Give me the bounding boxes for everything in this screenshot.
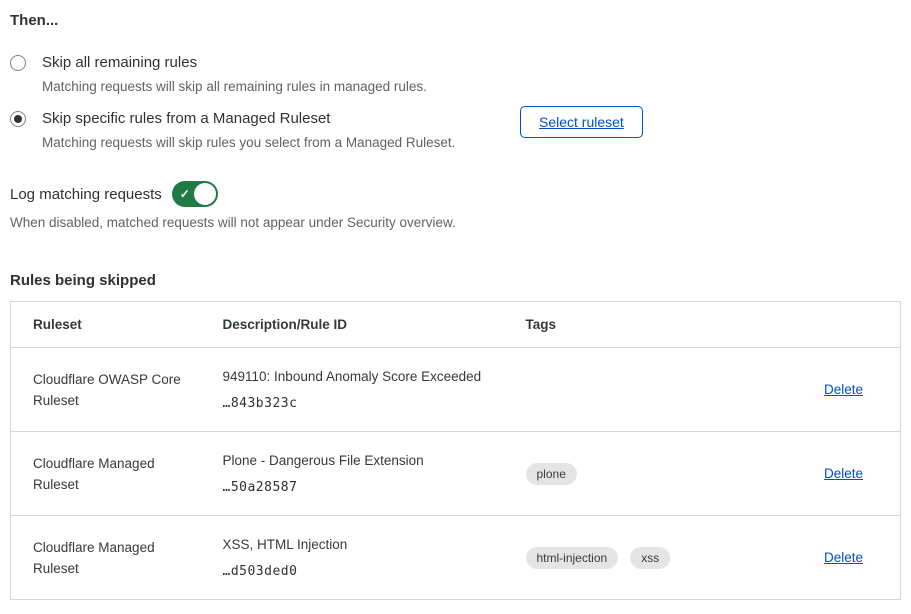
column-header-description: Description/Rule ID [201, 302, 504, 348]
radio-skip-all-rules[interactable] [10, 55, 26, 71]
tag-badge: plone [526, 463, 577, 485]
tag-badge: xss [630, 547, 670, 569]
rule-description-cell: XSS, HTML Injection …d503ded0 [201, 516, 504, 600]
option-skip-specific-rules: Skip specific rules from a Managed Rules… [10, 109, 901, 151]
rule-description: Plone - Dangerous File Extension [223, 452, 494, 469]
option-text: Skip all remaining rules Matching reques… [42, 53, 427, 95]
tags-list: html-injection xss [526, 547, 774, 569]
ruleset-name: Cloudflare Managed Ruleset [11, 432, 201, 516]
table-header-row: Ruleset Description/Rule ID Tags [11, 302, 901, 348]
log-matching-row: Log matching requests ✓ [10, 181, 901, 207]
tag-badge: html-injection [526, 547, 619, 569]
delete-link[interactable]: Delete [824, 466, 863, 481]
delete-link[interactable]: Delete [824, 550, 863, 565]
radio-skip-specific-rules[interactable] [10, 111, 26, 127]
column-header-actions [784, 302, 901, 348]
rule-description-cell: 949110: Inbound Anomaly Score Exceeded …… [201, 348, 504, 432]
then-heading: Then... [10, 12, 901, 29]
rules-being-skipped-table: Ruleset Description/Rule ID Tags Cloudfl… [10, 301, 901, 600]
column-header-ruleset: Ruleset [11, 302, 201, 348]
rule-description: 949110: Inbound Anomaly Score Exceeded [223, 368, 494, 385]
table-row: Cloudflare Managed Ruleset Plone - Dange… [11, 432, 901, 516]
rule-description: XSS, HTML Injection [223, 536, 494, 553]
option-skip-all-rules: Skip all remaining rules Matching reques… [10, 53, 901, 95]
rule-tags-cell: html-injection xss [504, 516, 784, 600]
log-matching-toggle[interactable]: ✓ [172, 181, 218, 207]
rule-id: …d503ded0 [223, 564, 494, 579]
check-icon: ✓ [180, 186, 190, 202]
option-text: Skip specific rules from a Managed Rules… [42, 109, 455, 151]
log-matching-label: Log matching requests [10, 186, 162, 203]
rule-id: …843b323c [223, 396, 494, 411]
tags-list: plone [526, 463, 774, 485]
delete-link[interactable]: Delete [824, 382, 863, 397]
ruleset-name: Cloudflare OWASP Core Ruleset [11, 348, 201, 432]
option-skip-specific-label[interactable]: Skip specific rules from a Managed Rules… [42, 109, 455, 128]
column-header-tags: Tags [504, 302, 784, 348]
rule-id: …50a28587 [223, 480, 494, 495]
ruleset-name: Cloudflare Managed Ruleset [11, 516, 201, 600]
option-skip-specific-description: Matching requests will skip rules you se… [42, 134, 455, 151]
rule-action-cell: Delete [784, 432, 901, 516]
select-ruleset-button[interactable]: Select ruleset [520, 106, 643, 138]
option-skip-all-description: Matching requests will skip all remainin… [42, 78, 427, 95]
radio-selected-dot [14, 115, 22, 123]
option-skip-all-label[interactable]: Skip all remaining rules [42, 53, 427, 72]
table-row: Cloudflare Managed Ruleset XSS, HTML Inj… [11, 516, 901, 600]
table-row: Cloudflare OWASP Core Ruleset 949110: In… [11, 348, 901, 432]
rule-action-cell: Delete [784, 348, 901, 432]
rule-description-cell: Plone - Dangerous File Extension …50a285… [201, 432, 504, 516]
rule-tags-cell [504, 348, 784, 432]
log-matching-help-text: When disabled, matched requests will not… [10, 215, 901, 230]
toggle-knob [194, 183, 216, 205]
rule-action-cell: Delete [784, 516, 901, 600]
waf-rule-action-panel: Then... Skip all remaining rules Matchin… [0, 0, 911, 614]
rules-table-heading: Rules being skipped [10, 272, 901, 289]
rule-tags-cell: plone [504, 432, 784, 516]
